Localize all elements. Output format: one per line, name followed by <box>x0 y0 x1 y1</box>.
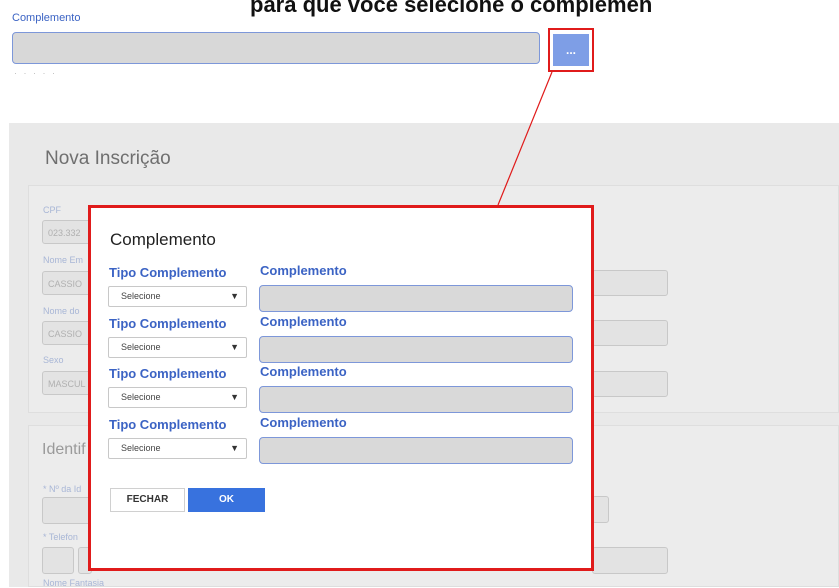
complemento-field-label: Complemento <box>260 415 347 430</box>
bg-label-nome: Nome do <box>43 306 80 316</box>
tipo-complemento-select[interactable]: Selecione ▼ <box>108 286 247 307</box>
dropdown-arrow-icon: ▼ <box>230 443 239 453</box>
complemento-modal: Complemento Tipo Complemento Complemento… <box>88 205 594 571</box>
tipo-complemento-select[interactable]: Selecione ▼ <box>108 337 247 358</box>
page-title: Nova Inscrição <box>45 148 171 169</box>
select-value: Selecione <box>121 291 161 301</box>
bg-label-telefone: * Telefon <box>43 532 78 542</box>
bg-label-cpf: CPF <box>43 205 61 215</box>
bg-input-sexo[interactable]: MASCUL <box>42 371 92 395</box>
select-value: Selecione <box>121 443 161 453</box>
complemento-input[interactable] <box>259 386 573 413</box>
tipo-complemento-label: Tipo Complemento <box>109 316 227 331</box>
tipo-complemento-select[interactable]: Selecione ▼ <box>108 387 247 408</box>
complemento-label: Complemento <box>12 12 81 24</box>
complemento-input[interactable] <box>12 32 540 64</box>
bg-input-id-right[interactable] <box>592 496 609 523</box>
dropdown-arrow-icon: ▼ <box>230 291 239 301</box>
fechar-button[interactable]: FECHAR <box>110 488 185 512</box>
bg-label-sexo: Sexo <box>43 355 64 365</box>
instruction-caption: para que você selecione o complemen <box>250 0 653 17</box>
tipo-complemento-label: Tipo Complemento <box>109 265 227 280</box>
bg-input-right-1[interactable] <box>592 270 668 296</box>
bg-label-nome-empresa: Nome Em <box>43 255 84 265</box>
select-value: Selecione <box>121 392 161 402</box>
modal-title: Complemento <box>110 230 216 249</box>
tipo-complemento-label: Tipo Complemento <box>109 366 227 381</box>
dropdown-arrow-icon: ▼ <box>230 392 239 402</box>
bg-input-telefone-right[interactable] <box>592 547 668 574</box>
dropdown-arrow-icon: ▼ <box>230 342 239 352</box>
select-value: Selecione <box>121 342 161 352</box>
complemento-field-label: Complemento <box>260 314 347 329</box>
complemento-field-label: Complemento <box>260 364 347 379</box>
bg-input-telefone-ddd[interactable] <box>42 547 74 574</box>
bg-input-cpf[interactable]: 023.332 <box>42 220 92 244</box>
complemento-input[interactable] <box>259 336 573 363</box>
bg-input-right-3[interactable] <box>592 371 668 397</box>
section-title: Identif <box>42 441 86 458</box>
highlight-box <box>548 28 594 72</box>
bg-input-right-2[interactable] <box>592 320 668 346</box>
bg-label-id: * Nº da Id <box>43 484 82 494</box>
hint-dots: · · · · · <box>14 68 57 78</box>
complemento-input[interactable] <box>259 285 573 312</box>
bg-input-nome-empresa[interactable]: CASSIO <box>42 271 92 295</box>
bg-input-id[interactable] <box>42 497 92 524</box>
tipo-complemento-select[interactable]: Selecione ▼ <box>108 438 247 459</box>
complemento-input[interactable] <box>259 437 573 464</box>
bg-input-nome[interactable]: CASSIO <box>42 321 92 345</box>
complemento-field-label: Complemento <box>260 263 347 278</box>
tipo-complemento-label: Tipo Complemento <box>109 417 227 432</box>
ok-button[interactable]: OK <box>188 488 265 512</box>
